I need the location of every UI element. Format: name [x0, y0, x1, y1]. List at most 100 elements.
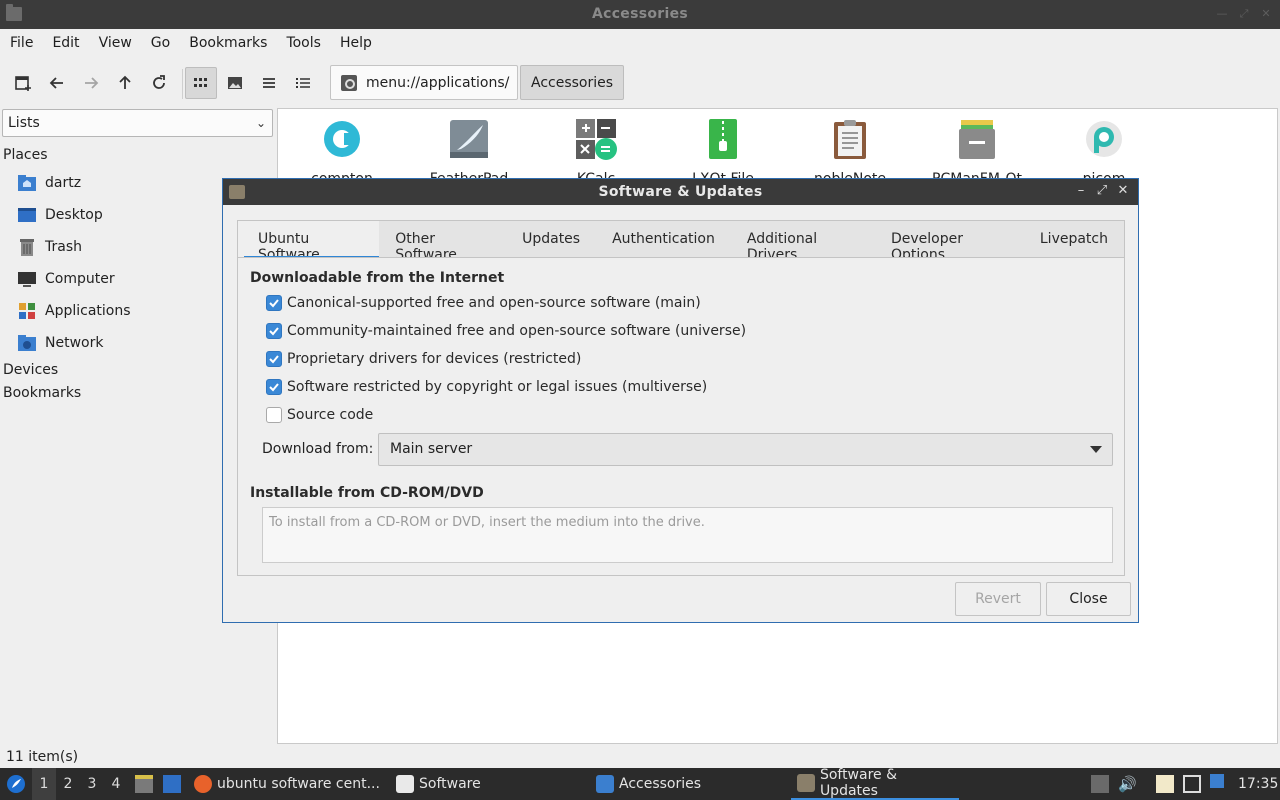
tab-other-software[interactable]: Other Software	[379, 221, 506, 263]
sidebar-item-label: Trash	[45, 239, 82, 255]
volume-icon[interactable]: 🔊	[1118, 775, 1137, 793]
menu-bar: File Edit View Go Bookmarks Tools Help	[0, 29, 1280, 57]
app-item-pcmanfm-qt[interactable]: PCManFM-Qt	[914, 113, 1040, 187]
back-icon[interactable]	[41, 67, 73, 99]
places-header[interactable]: Places	[3, 147, 48, 163]
minimize-icon[interactable]: –	[1074, 183, 1088, 198]
new-tab-icon[interactable]	[7, 67, 39, 99]
app-item-kcalc[interactable]: KCalc	[533, 113, 659, 187]
clock[interactable]: 17:35	[1238, 768, 1278, 800]
tray-expand-icon[interactable]	[1091, 775, 1109, 793]
checkbox-checked[interactable]	[266, 351, 282, 367]
sidebar-item-label: Applications	[45, 303, 131, 319]
checkbox-checked[interactable]	[266, 295, 282, 311]
thumbnail-view-icon[interactable]	[219, 67, 251, 99]
task-accessories[interactable]: Accessories	[596, 768, 701, 800]
close-icon[interactable]: ✕	[1116, 183, 1130, 198]
tab-additional-drivers[interactable]: Additional Drivers	[731, 221, 875, 263]
tab-ubuntu-software[interactable]: Ubuntu Software	[238, 221, 380, 263]
section-header-internet: Downloadable from the Internet	[250, 270, 505, 286]
window-titlebar: Accessories — ⤢ ✕	[0, 0, 1280, 29]
minimize-icon[interactable]: —	[1216, 8, 1228, 20]
location-bar[interactable]: menu://applications/	[330, 65, 518, 100]
option-label: Proprietary drivers for devices (restric…	[287, 351, 582, 367]
workspace-3[interactable]: 3	[80, 768, 104, 800]
workspace-2[interactable]: 2	[56, 768, 80, 800]
app-item-compton[interactable]: compton	[279, 113, 405, 187]
software-icon	[396, 775, 414, 793]
close-button[interactable]: Close	[1046, 582, 1131, 616]
update-notifier-icon[interactable]	[1210, 774, 1224, 788]
checkbox-checked[interactable]	[266, 379, 282, 395]
option-multiverse[interactable]: Software restricted by copyright or lega…	[266, 379, 707, 395]
option-restricted[interactable]: Proprietary drivers for devices (restric…	[266, 351, 581, 367]
archiver-icon	[709, 119, 737, 159]
noblenote-icon	[834, 120, 866, 159]
tab-bar: Ubuntu Software Other Software Updates A…	[237, 220, 1125, 263]
icon-view-icon[interactable]	[185, 67, 217, 99]
menu-edit[interactable]: Edit	[42, 29, 88, 57]
computer-icon	[18, 272, 36, 287]
app-item-lxqt-file[interactable]: LXQt File	[660, 113, 786, 187]
app-item-featherpad[interactable]: FeatherPad	[406, 113, 532, 187]
detailed-list-icon[interactable]	[287, 67, 319, 99]
download-from-select[interactable]: Main server	[378, 433, 1113, 466]
cdrom-list[interactable]: To install from a CD-ROM or DVD, insert …	[262, 507, 1113, 563]
home-folder-icon	[18, 175, 36, 191]
side-pane-mode-value: Lists	[8, 115, 40, 131]
maximize-icon[interactable]: ⤢	[1238, 8, 1250, 20]
workspace-1[interactable]: 1	[32, 768, 56, 800]
menu-view[interactable]: View	[89, 29, 141, 57]
menu-tools[interactable]: Tools	[276, 29, 330, 57]
featherpad-icon	[450, 120, 488, 158]
option-source-code[interactable]: Source code	[266, 407, 373, 423]
tab-updates[interactable]: Updates	[506, 221, 596, 258]
menu-go[interactable]: Go	[141, 29, 179, 57]
network-icon[interactable]	[1183, 775, 1201, 793]
task-label: Software	[419, 776, 481, 792]
toolbar: menu://applications/ Accessories	[0, 57, 1280, 107]
tab-authentication[interactable]: Authentication	[596, 221, 731, 258]
checkbox-unchecked[interactable]	[266, 407, 282, 423]
side-pane-mode-select[interactable]: Lists ⌄	[2, 109, 273, 137]
menu-help[interactable]: Help	[330, 29, 381, 57]
workspace-4[interactable]: 4	[104, 768, 128, 800]
software-properties-icon	[797, 774, 815, 792]
devices-header[interactable]: Devices	[3, 362, 58, 378]
compact-view-icon[interactable]	[253, 67, 285, 99]
menu-file[interactable]: File	[0, 29, 42, 57]
task-software-updates[interactable]: Software & Updates	[791, 767, 959, 800]
task-software[interactable]: Software	[396, 768, 481, 800]
tab-livepatch[interactable]: Livepatch	[1024, 221, 1124, 258]
breadcrumb-accessories[interactable]: Accessories	[520, 65, 625, 100]
network-folder-icon	[18, 335, 36, 351]
clipboard-icon[interactable]	[1156, 775, 1174, 793]
sidebar-item-label: Computer	[45, 271, 115, 287]
maximize-icon[interactable]: ⤢	[1095, 183, 1109, 198]
task-firefox[interactable]: ubuntu software cent...	[194, 768, 380, 800]
app-item-picom[interactable]: picom	[1041, 113, 1167, 187]
checkbox-checked[interactable]	[266, 323, 282, 339]
close-icon[interactable]: ✕	[1260, 8, 1272, 20]
sidebar-item-label: Desktop	[45, 207, 103, 223]
menu-bookmarks[interactable]: Bookmarks	[179, 29, 276, 57]
sidebar-item-label: Network	[45, 335, 104, 351]
option-universe[interactable]: Community-maintained free and open-sourc…	[266, 323, 746, 339]
bookmarks-header[interactable]: Bookmarks	[3, 385, 81, 401]
revert-button[interactable]: Revert	[955, 582, 1041, 616]
forward-icon[interactable]	[75, 67, 107, 99]
up-icon[interactable]	[109, 67, 141, 99]
compton-icon	[324, 121, 360, 157]
show-desktop-icon[interactable]	[163, 775, 181, 793]
dialog-title: Software & Updates	[598, 184, 763, 200]
app-item-noblenote[interactable]: nobleNote	[787, 113, 913, 187]
option-label: Canonical-supported free and open-source…	[287, 295, 701, 311]
file-manager-launcher-icon[interactable]	[135, 775, 153, 793]
task-label: Accessories	[619, 776, 702, 792]
dialog-titlebar: Software & Updates – ⤢ ✕	[223, 179, 1138, 205]
option-main[interactable]: Canonical-supported free and open-source…	[266, 295, 701, 311]
tab-developer-options[interactable]: Developer Options	[875, 221, 1024, 263]
start-menu-icon[interactable]	[6, 774, 26, 794]
reload-icon[interactable]	[143, 67, 175, 99]
window-title: Accessories	[591, 6, 689, 22]
